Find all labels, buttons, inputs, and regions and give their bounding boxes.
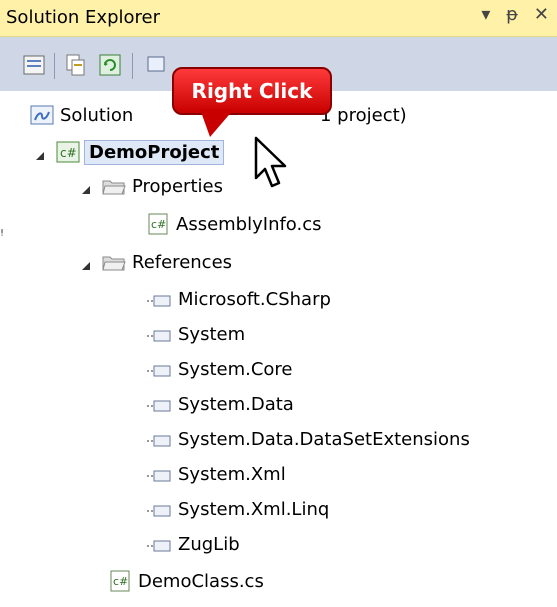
properties-label: Properties bbox=[132, 175, 223, 197]
edge-fragment: ꜝ bbox=[0, 226, 5, 245]
right-click-callout: Right Click bbox=[172, 67, 332, 115]
references-label: References bbox=[132, 251, 233, 273]
properties-folder[interactable]: Properties bbox=[80, 169, 223, 203]
dropdown-icon[interactable]: ▾ bbox=[481, 4, 490, 25]
reference-item[interactable]: System.Xml bbox=[146, 457, 286, 491]
reference-icon bbox=[146, 467, 172, 482]
reference-icon bbox=[146, 292, 172, 307]
reference-label: ZugLib bbox=[178, 533, 240, 555]
csharp-project-icon: c# bbox=[56, 141, 80, 163]
reference-label: System.Data bbox=[178, 393, 294, 415]
reference-item[interactable]: ZugLib bbox=[146, 527, 240, 561]
toolbar-separator bbox=[132, 53, 133, 79]
properties-tool-icon[interactable] bbox=[22, 53, 46, 77]
expand-arrow-icon[interactable] bbox=[80, 180, 92, 194]
csharp-file-icon: c# bbox=[146, 213, 170, 235]
solution-icon bbox=[30, 104, 54, 126]
reference-label: System.Data.DataSetExtensions bbox=[178, 428, 470, 450]
reference-item[interactable]: System bbox=[146, 317, 245, 351]
view-class-diagram-icon[interactable] bbox=[144, 53, 168, 77]
expand-arrow-icon[interactable] bbox=[80, 256, 92, 270]
reference-item[interactable]: System.Core bbox=[146, 352, 293, 386]
window-controls: ▾ ᵽ ✕ bbox=[471, 4, 549, 25]
reference-item[interactable]: System.Data bbox=[146, 387, 294, 421]
toolbar-separator bbox=[54, 53, 55, 79]
reference-label: System.Xml.Linq bbox=[178, 498, 330, 520]
folder-icon bbox=[102, 175, 126, 197]
project-label: DemoProject bbox=[84, 139, 225, 165]
democlass-label: DemoClass.cs bbox=[138, 570, 264, 592]
reference-item[interactable]: System.Data.DataSetExtensions bbox=[146, 422, 470, 456]
assemblyinfo-label: AssemblyInfo.cs bbox=[176, 213, 322, 235]
solution-node[interactable]: Solution 1 project) bbox=[30, 98, 407, 132]
project-node[interactable]: c# DemoProject bbox=[34, 135, 225, 169]
reference-item[interactable]: System.Xml.Linq bbox=[146, 492, 329, 526]
window-title: Solution Explorer bbox=[6, 7, 160, 28]
solution-label: Solution bbox=[60, 104, 134, 126]
show-all-files-icon[interactable] bbox=[64, 53, 88, 77]
callout-text: Right Click bbox=[191, 79, 313, 103]
reference-icon bbox=[146, 327, 172, 342]
folder-icon bbox=[102, 251, 126, 273]
references-folder[interactable]: References bbox=[80, 245, 232, 279]
close-icon[interactable]: ✕ bbox=[534, 4, 549, 25]
reference-icon bbox=[146, 397, 172, 412]
title-bar: Solution Explorer ▾ ᵽ ✕ bbox=[0, 0, 557, 37]
reference-icon bbox=[146, 502, 172, 517]
csharp-file-icon: c# bbox=[108, 570, 132, 592]
callout-tail bbox=[200, 109, 234, 137]
democlass-file[interactable]: c# DemoClass.cs bbox=[108, 564, 264, 598]
reference-item[interactable]: Microsoft.CSharp bbox=[146, 282, 331, 316]
refresh-icon[interactable] bbox=[98, 53, 122, 77]
reference-label: System bbox=[178, 323, 246, 345]
pin-icon[interactable]: ᵽ bbox=[506, 4, 518, 25]
expand-arrow-icon[interactable] bbox=[34, 146, 46, 160]
solution-suffix: 1 project) bbox=[320, 104, 407, 126]
mouse-cursor-icon bbox=[252, 136, 292, 192]
reference-label: System.Xml bbox=[178, 463, 286, 485]
svg-text:c#: c# bbox=[60, 146, 77, 160]
svg-text:c#: c# bbox=[113, 575, 128, 588]
reference-icon bbox=[146, 362, 172, 377]
reference-label: System.Core bbox=[178, 358, 293, 380]
reference-label: Microsoft.CSharp bbox=[178, 288, 331, 310]
reference-icon bbox=[146, 537, 172, 552]
reference-icon bbox=[146, 432, 172, 447]
svg-text:c#: c# bbox=[151, 218, 166, 231]
assemblyinfo-file[interactable]: c# AssemblyInfo.cs bbox=[146, 207, 322, 241]
